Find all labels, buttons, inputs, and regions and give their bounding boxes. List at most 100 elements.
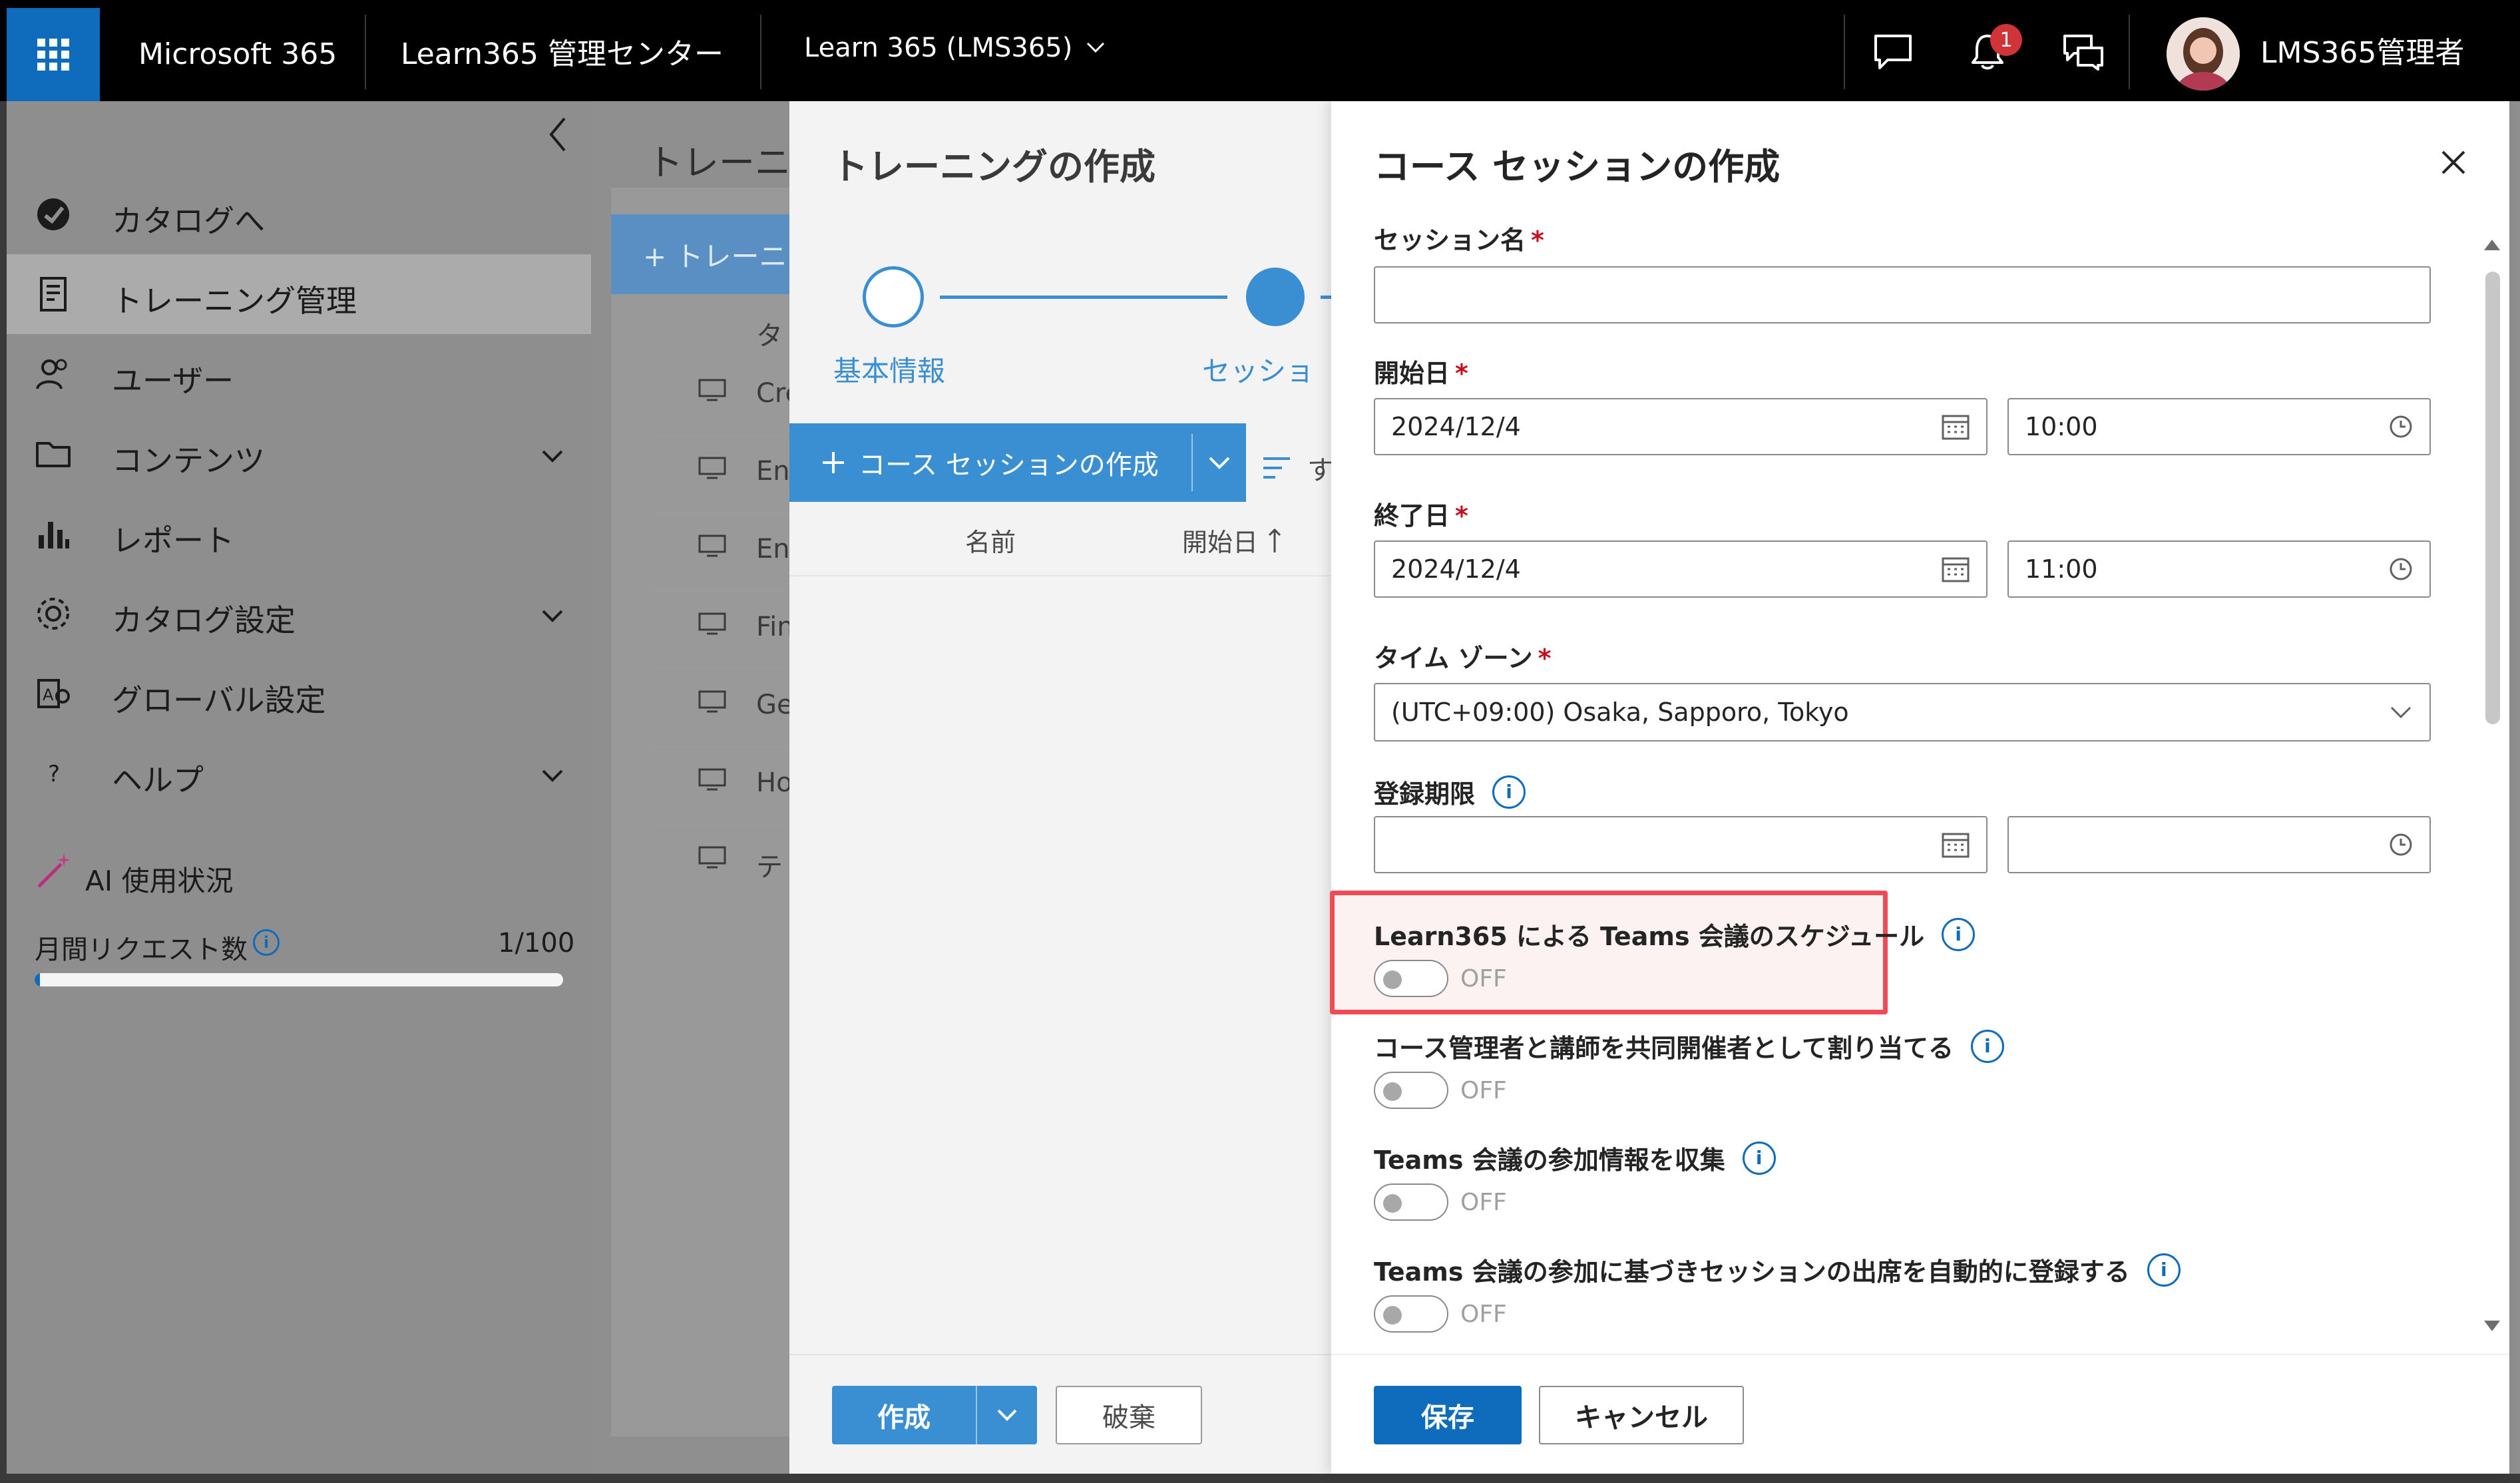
column-header-start-date[interactable]: 開始日 xyxy=(1182,522,1282,558)
toggle-label-row: Learn365 による Teams 会議のスケジュール i xyxy=(1374,916,1976,953)
sidebar-item-reports[interactable]: レポート xyxy=(7,494,591,574)
monitor-icon xyxy=(698,379,726,401)
table-row[interactable]: Ho xyxy=(652,747,793,825)
required-marker: * xyxy=(1455,501,1468,530)
start-date-input[interactable]: 2024/12/4 xyxy=(1374,398,1988,455)
session-name-input[interactable] xyxy=(1374,266,2431,323)
table-row[interactable]: テ xyxy=(652,825,789,903)
scroll-up-arrow[interactable] xyxy=(2483,237,2501,253)
sidebar-item-training[interactable]: トレーニング管理 xyxy=(7,254,591,334)
sidebar-item-help[interactable]: ? ヘルプ xyxy=(7,734,591,813)
clock-icon[interactable] xyxy=(2388,832,2414,857)
table-row[interactable]: Eng xyxy=(652,514,807,592)
step-connector xyxy=(940,296,1227,299)
create-course-session-button[interactable]: コース セッションの作成 xyxy=(789,423,1246,502)
top-bar xyxy=(0,0,2520,101)
toggle-switch[interactable] xyxy=(1374,1295,1448,1333)
sidebar-item-global-settings[interactable]: A グローバル設定 xyxy=(7,654,591,734)
app-launcher-button[interactable] xyxy=(7,8,100,101)
chevron-down-icon xyxy=(1087,42,1105,53)
toggle-label-row: Teams 会議の参加に基づきセッションの出席を自動的に登録する i xyxy=(1374,1251,2181,1288)
clock-icon[interactable] xyxy=(2388,556,2414,582)
toggle-switch[interactable] xyxy=(1374,960,1448,997)
toggle-knob xyxy=(1383,1082,1402,1101)
calendar-icon[interactable] xyxy=(1941,412,1970,441)
discard-button[interactable]: 破棄 xyxy=(1056,1386,1202,1444)
admin-center-title[interactable]: Learn365 管理センター xyxy=(401,40,724,69)
info-icon[interactable]: i xyxy=(1970,1029,2004,1063)
info-icon[interactable]: i xyxy=(2147,1253,2181,1287)
toggle-state: OFF xyxy=(1460,1189,1507,1216)
column-header-name[interactable]: 名前 xyxy=(965,522,1016,558)
timezone-value: (UTC+09:00) Osaka, Sapporo, Tokyo xyxy=(1391,698,1849,727)
close-button[interactable] xyxy=(2436,145,2471,180)
scroll-down-arrow[interactable] xyxy=(2483,1318,2501,1334)
wizard-title: トレーニングの作成 xyxy=(832,146,1155,188)
info-icon[interactable]: i xyxy=(1942,917,1976,951)
registration-deadline-time-input[interactable] xyxy=(2007,816,2431,873)
sidebar-item-catalog[interactable]: カタログへ xyxy=(7,174,591,254)
toggle-switch[interactable] xyxy=(1374,1072,1448,1109)
table-row[interactable]: Ge xyxy=(652,670,793,747)
chevron-down-icon xyxy=(2390,706,2412,719)
sidebar-item-users[interactable]: ユーザー xyxy=(7,334,591,414)
sidebar-item-label: コンテンツ xyxy=(112,443,265,479)
timezone-label-text: タイム ゾーン xyxy=(1374,644,1533,673)
triangle-down-icon xyxy=(2484,1321,2500,1331)
tenant-selector[interactable]: Learn 365 (LMS365) xyxy=(804,35,1106,61)
report-icon xyxy=(35,515,72,552)
row-title: Fin xyxy=(756,612,794,642)
info-icon[interactable]: i xyxy=(1742,1141,1776,1175)
step-session-marker[interactable] xyxy=(1246,268,1305,326)
sidebar-item-catalog-settings[interactable]: カタログ設定 xyxy=(7,574,591,654)
create-course-session-label: コース セッションの作成 xyxy=(859,450,1159,481)
user-name[interactable]: LMS365管理者 xyxy=(2260,39,2464,68)
toggle-label: Learn365 による Teams 会議のスケジュール xyxy=(1374,922,1925,951)
monitor-icon xyxy=(698,457,726,479)
filter-button[interactable]: す xyxy=(1262,449,1334,487)
calendar-icon[interactable] xyxy=(1941,830,1970,859)
start-time-value: 10:00 xyxy=(2025,412,2098,441)
feedback-button[interactable] xyxy=(2058,27,2109,77)
panel-title: コース セッションの作成 xyxy=(1374,146,1781,188)
step-basic-info-label[interactable]: 基本情報 xyxy=(833,349,945,389)
step-connector xyxy=(1321,296,1331,299)
scroll-thumb[interactable] xyxy=(2485,272,2500,724)
monthly-requests-progress xyxy=(35,973,563,986)
step-basic-info-marker[interactable] xyxy=(863,266,924,327)
collapse-sidebar-button[interactable] xyxy=(544,114,571,154)
timezone-select[interactable]: (UTC+09:00) Osaka, Sapporo, Tokyo xyxy=(1374,683,2431,742)
page-title: トレーニ xyxy=(647,142,791,184)
end-date-input[interactable]: 2024/12/4 xyxy=(1374,540,1988,598)
step-session-label[interactable]: セッショ xyxy=(1202,349,1331,389)
help-icon: ? xyxy=(35,755,72,792)
plus-icon xyxy=(823,452,844,473)
calendar-icon[interactable] xyxy=(1941,554,1970,584)
chat-button[interactable] xyxy=(1868,27,1918,77)
toggle-label: Teams 会議の参加に基づきセッションの出席を自動的に登録する xyxy=(1374,1257,2130,1287)
chevron-down-icon xyxy=(997,1409,1017,1421)
info-icon[interactable]: i xyxy=(1492,775,1526,809)
row-title: テ xyxy=(756,852,783,883)
registration-deadline-date-input[interactable] xyxy=(1374,816,1988,873)
create-button[interactable]: 作成 xyxy=(832,1386,976,1444)
toggle-switch[interactable] xyxy=(1374,1183,1448,1221)
toggle-knob xyxy=(1383,1306,1402,1325)
sidebar-item-label: レポート xyxy=(112,523,234,558)
app-name[interactable]: Microsoft 365 xyxy=(138,40,337,69)
cancel-button[interactable]: キャンセル xyxy=(1539,1386,1744,1444)
create-dropdown-button[interactable] xyxy=(976,1386,1037,1444)
create-session-dropdown-button[interactable] xyxy=(1193,423,1246,502)
table-row[interactable]: Fin xyxy=(652,592,794,670)
avatar[interactable] xyxy=(2167,17,2240,91)
clock-icon[interactable] xyxy=(2388,414,2414,439)
sidebar-item-contents[interactable]: コンテンツ xyxy=(7,414,591,494)
save-button[interactable]: 保存 xyxy=(1374,1386,1522,1444)
training-icon xyxy=(35,276,72,313)
info-icon[interactable]: i xyxy=(253,929,280,956)
new-training-button[interactable]: + トレーニ xyxy=(611,214,789,294)
start-time-input[interactable]: 10:00 xyxy=(2007,398,2431,455)
table-row[interactable]: Cre xyxy=(652,358,801,436)
end-time-input[interactable]: 11:00 xyxy=(2007,540,2431,598)
table-row[interactable]: Eng xyxy=(652,436,807,514)
